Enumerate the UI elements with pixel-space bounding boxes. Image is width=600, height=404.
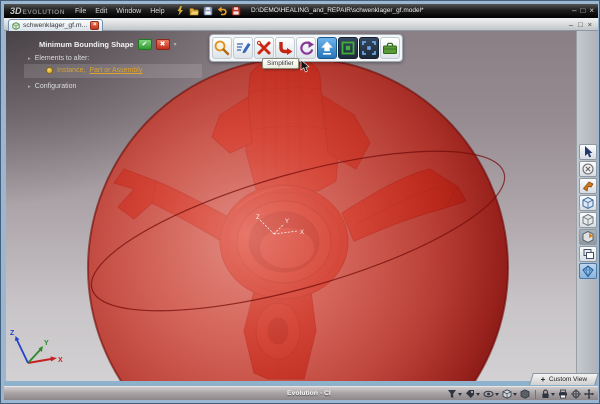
target-icon[interactable] [571,389,581,399]
instance-prefix: Instance, [57,67,85,74]
apply-button[interactable]: ✔ [138,39,152,50]
document-tab[interactable]: schwenklager_gf.m... × [8,19,103,31]
section-configuration-label: Configuration [35,83,77,90]
save-as-icon[interactable] [231,6,242,17]
status-bar: Evolution - CI [4,386,598,400]
quick-access-icon[interactable] [175,6,186,17]
custom-view-tab[interactable]: + Custom View [529,373,599,385]
window-controls: – □ × [572,5,594,16]
panel-options-caret-icon[interactable]: ▾ [174,41,177,48]
mdi-close-button[interactable]: × [588,19,592,30]
pipe-extract-button[interactable] [275,37,295,59]
mdi-restore-button[interactable]: □ [578,19,583,30]
window-title: D:\DEMO\HEALING_and_REPAIR\schwenklager_… [251,7,424,14]
axis-triad: X Y Z [10,330,63,364]
plot-icon[interactable] [558,389,568,399]
instance-link[interactable]: Part or Assembly [89,67,142,74]
axis-label-z: Z [10,330,15,337]
scene-3d[interactable]: Z Y X X Y Z [6,31,576,381]
menu-window[interactable]: Window [116,8,141,15]
cascade-windows-button[interactable] [579,246,597,262]
repair-tools-button[interactable] [254,37,274,59]
tag-icon[interactable] [465,389,480,399]
spin-view-button[interactable] [579,212,597,228]
render-quality-button[interactable] [579,263,597,279]
caret-down-icon[interactable] [458,393,462,396]
shaded-mode-icon[interactable] [520,389,530,399]
save-icon[interactable] [203,6,214,17]
analyze-search-button[interactable] [212,37,232,59]
select-cursor-button[interactable] [579,144,597,160]
rotate-view-button[interactable] [579,195,597,211]
menu-help[interactable]: Help [150,8,164,15]
lock-icon[interactable] [541,389,555,399]
center-triad-y: Y [285,219,289,225]
menu-bar: File Edit Window Help [75,8,165,15]
axis-label-y: Y [44,340,49,347]
logo-evolution: EVOLUTION [23,9,65,16]
filter-icon[interactable] [447,389,462,399]
quick-toolbar [175,6,242,17]
expander-icon[interactable]: ▸ [28,56,31,62]
maximize-button[interactable]: □ [580,5,585,16]
toolbox-button[interactable] [380,37,400,59]
plus-icon: + [541,375,546,385]
tooltip: Simplifier [262,58,310,73]
section-elements-label: Elements to alter: [35,55,89,62]
undo-icon[interactable] [217,6,228,17]
title-bar: 3D EVOLUTION File Edit Window Help [4,4,598,18]
center-triad-z: Z [256,215,260,221]
tooltip-text: Simplifier [262,58,299,69]
status-product-label: Evolution - CI [287,390,331,397]
annotate-edit-button[interactable] [233,37,253,59]
document-tab-bar: schwenklager_gf.m... × – □ × [4,18,598,31]
document-tab-label: schwenklager_gf.m... [23,22,87,29]
simplifier-button[interactable] [317,37,337,59]
visibility-icon[interactable] [483,389,499,399]
axis-label-x: X [58,357,63,364]
convert-rotate-button[interactable] [296,37,316,59]
mdi-window-controls: – □ × [569,19,592,30]
display-mode-icon[interactable] [502,389,517,399]
viewport-3d[interactable]: Z Y X X Y Z [6,31,576,381]
custom-view-label: Custom View [549,376,587,383]
cancel-button[interactable]: ✖ [156,39,170,50]
caret-down-icon[interactable] [513,393,517,396]
mouse-cursor-icon [300,60,310,73]
menu-edit[interactable]: Edit [95,8,107,15]
probe-tool-button[interactable] [579,178,597,194]
instance-bullet-icon [46,67,53,74]
logo-3d: 3D [10,6,22,16]
minimize-button[interactable]: – [572,5,576,16]
pan-icon[interactable] [584,389,594,399]
document-icon [12,22,20,30]
tab-close-icon[interactable]: × [90,21,99,30]
center-triad-x: X [300,230,304,236]
close-button[interactable]: × [589,5,594,16]
caret-down-icon[interactable] [495,393,499,396]
frame-region-button[interactable] [338,37,358,59]
right-tool-rail [576,31,598,381]
mdi-minimize-button[interactable]: – [569,19,573,30]
caret-down-icon[interactable] [551,393,555,396]
selection-bounds-button[interactable] [359,37,379,59]
open-folder-icon[interactable] [189,6,200,17]
panel-title: Minimum Bounding Shape [39,40,134,49]
bounding-sphere[interactable] [88,58,508,381]
separator [535,390,536,399]
orient-view-button[interactable] [579,229,597,245]
deselect-button[interactable] [579,161,597,177]
menu-file[interactable]: File [75,8,86,15]
app-window: 3D EVOLUTION File Edit Window Help [0,0,600,404]
expander-icon[interactable]: ▸ [28,84,31,90]
status-icons [447,388,594,400]
caret-down-icon[interactable] [476,393,480,396]
app-logo: 3D EVOLUTION [10,6,65,16]
